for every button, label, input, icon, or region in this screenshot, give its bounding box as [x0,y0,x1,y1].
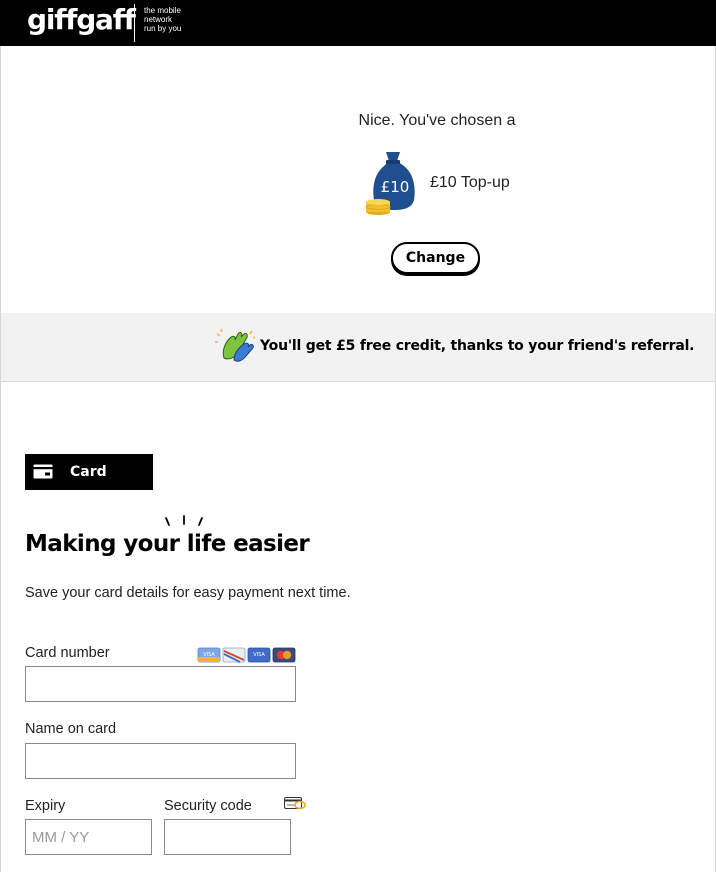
svg-text:VISA: VISA [203,652,215,658]
selection-intro: Nice. You've chosen a [358,112,516,129]
expiry-label: Expiry [25,798,66,814]
tagline-line-3: run by you [144,24,182,33]
referral-banner: You'll get £5 free credit, thanks to you… [1,313,715,382]
tagline: the mobile network run by you [144,6,204,33]
security-code-input[interactable] [164,819,291,855]
referral-text: You'll get £5 free credit, thanks to you… [260,338,695,354]
money-bag-icon: £10 [365,152,415,215]
logo-divider [134,4,135,42]
svg-text:VISA: VISA [253,652,265,658]
tagline-line-2: network [144,15,173,24]
selected-product: £10 Top-up [430,174,510,191]
tagline-line-1: the mobile [144,6,181,15]
security-code-card-icon[interactable] [284,797,306,811]
change-button[interactable]: Change [391,242,480,274]
tab-card-label: Card [70,464,107,480]
expiry-input[interactable] [25,819,152,855]
visa-card-icon: VISA [197,647,221,663]
card-number-input[interactable] [25,666,296,702]
visa-electron-card-icon: VISA [247,647,271,663]
accepted-cards-icons: VISA VISA [197,647,296,663]
site-header: giffgaff the mobile network run by you [0,0,716,46]
mastercard-card-icon [272,647,296,663]
name-on-card-input[interactable] [25,743,296,779]
maestro-card-icon [222,647,246,663]
clapping-hands-icon [215,328,256,362]
name-on-card-label: Name on card [25,721,117,737]
credit-card-icon [33,464,53,479]
giffgaff-logo[interactable]: giffgaff [27,3,136,36]
security-code-label: Security code [164,798,252,814]
emphasis-sparkle-icon [165,515,203,526]
bag-amount: £10 [381,178,410,196]
tab-card[interactable]: Card [25,454,153,490]
section-heading: Making your life easier [25,531,310,557]
card-number-label: Card number [25,645,110,661]
section-subtext: Save your card details for easy payment … [25,585,351,601]
